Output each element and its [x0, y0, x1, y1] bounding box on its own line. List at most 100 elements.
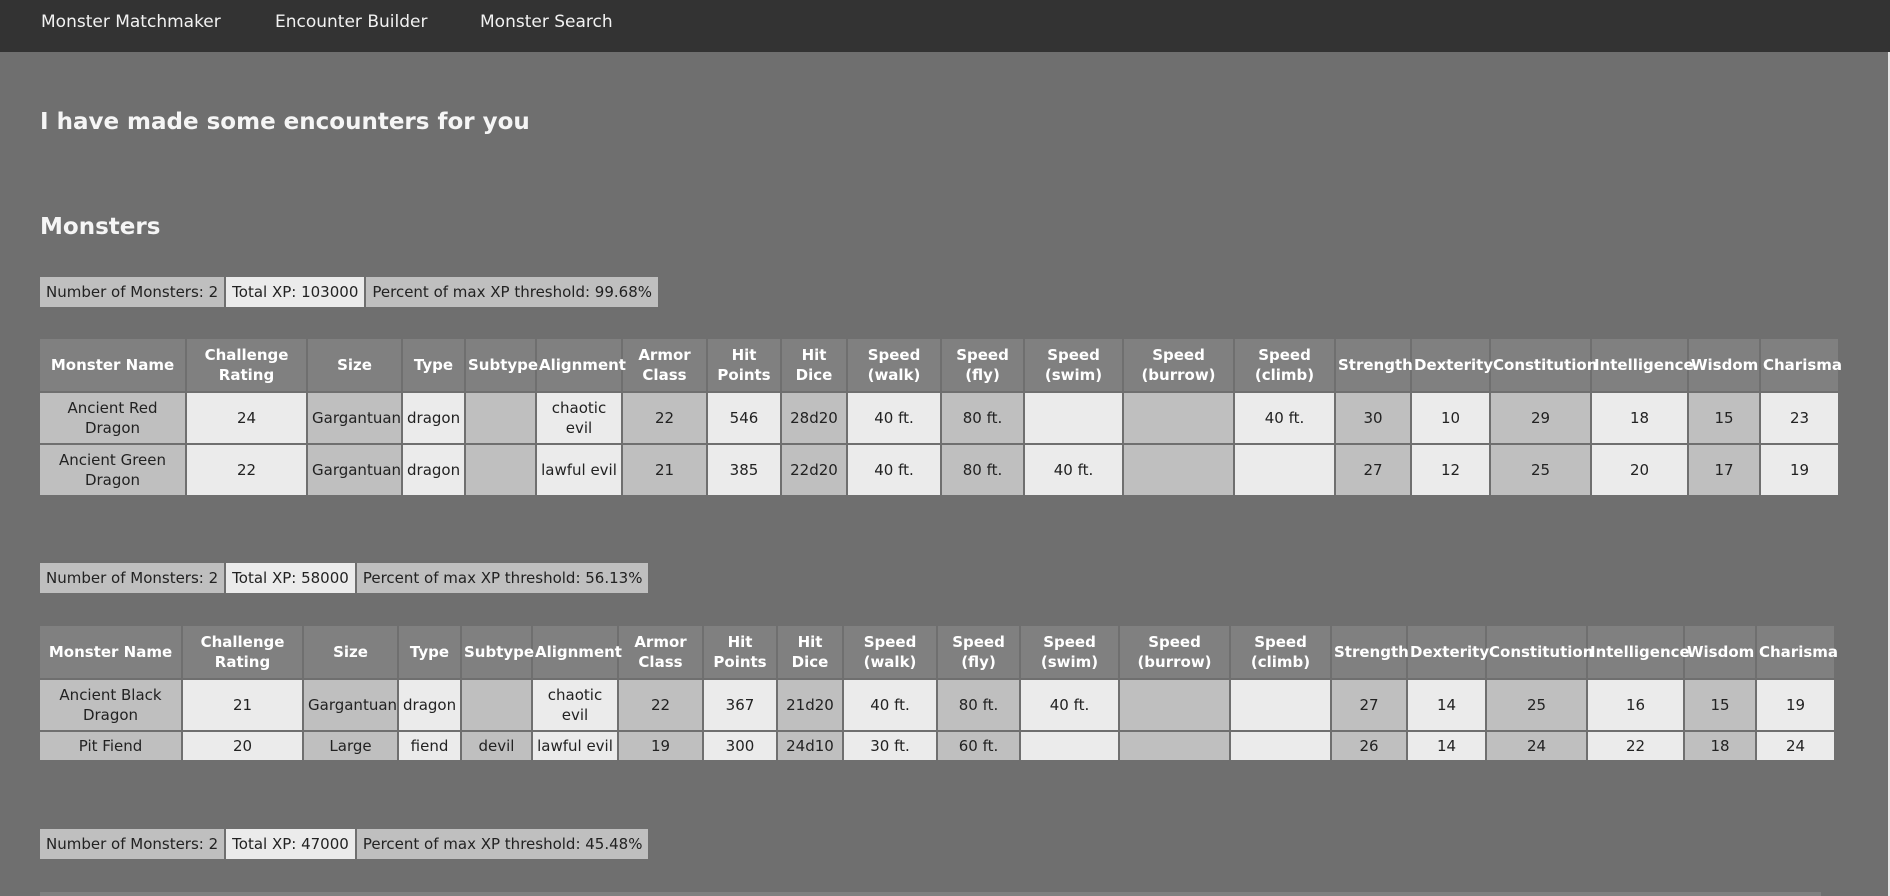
cell-subtype: [462, 680, 531, 730]
column-header[interactable]: Speed (climb): [1231, 626, 1330, 678]
cell-hit-dice: 22d20: [782, 445, 846, 495]
column-header[interactable]: Monster Name: [40, 339, 185, 391]
column-header[interactable]: Type: [399, 626, 460, 678]
cell-dexterity: 14: [1408, 732, 1485, 760]
table-row: Pit Fiend 20 Large fiend devil lawful ev…: [40, 732, 1834, 760]
cell-dexterity: 12: [1412, 445, 1489, 495]
page-heading: I have made some encounters for you: [40, 109, 530, 135]
column-header[interactable]: Speed (fly): [942, 339, 1023, 391]
column-header[interactable]: Dexterity: [1408, 626, 1489, 678]
encounter-summary: Number of Monsters: 2 Total XP: 103000 P…: [40, 277, 659, 307]
cell-armor-class: 22: [623, 393, 706, 443]
cell-speed-walk: 40 ft.: [848, 445, 940, 495]
cell-armor-class: 19: [619, 732, 702, 760]
cell-hit-points: 385: [708, 445, 780, 495]
column-header[interactable]: Hit Points: [704, 626, 776, 678]
monster-count: Number of Monsters: 2: [40, 277, 225, 307]
cell-constitution: 24: [1487, 732, 1586, 760]
cell-hit-points: 546: [708, 393, 780, 443]
cell-monster-name: Pit Fiend: [40, 732, 181, 760]
cell-charisma: 19: [1761, 445, 1838, 495]
cell-intelligence: 16: [1588, 680, 1683, 730]
cell-subtype: devil: [462, 732, 531, 760]
column-header[interactable]: Size: [308, 339, 401, 391]
encounter-table-header-partial: [40, 892, 1821, 896]
monster-count: Number of Monsters: 2: [40, 563, 225, 593]
total-xp: Total XP: 58000: [226, 563, 355, 593]
cell-challenge-rating: 24: [187, 393, 306, 443]
column-header[interactable]: Speed (climb): [1235, 339, 1334, 391]
table-header-row: Monster Name Challenge Rating Size Type …: [40, 626, 1838, 678]
nav-encounter-builder[interactable]: Encounter Builder: [275, 11, 427, 33]
cell-subtype: [466, 393, 535, 443]
column-header[interactable]: Hit Dice: [778, 626, 842, 678]
cell-speed-swim: 40 ft.: [1021, 680, 1118, 730]
cell-intelligence: 18: [1592, 393, 1687, 443]
top-nav-bar: Monster Matchmaker Encounter Builder Mon…: [0, 0, 1890, 52]
cell-constitution: 25: [1491, 445, 1590, 495]
column-header[interactable]: Armor Class: [623, 339, 706, 391]
column-header[interactable]: Speed (burrow): [1120, 626, 1229, 678]
nav-monster-matchmaker[interactable]: Monster Matchmaker: [41, 11, 221, 33]
column-header[interactable]: Size: [304, 626, 397, 678]
cell-wisdom: 18: [1685, 732, 1755, 760]
cell-alignment: chaotic evil: [533, 680, 617, 730]
cell-monster-name: Ancient Red Dragon: [40, 393, 185, 443]
column-header[interactable]: Type: [403, 339, 464, 391]
column-header[interactable]: Speed (fly): [938, 626, 1019, 678]
cell-intelligence: 20: [1592, 445, 1687, 495]
cell-size: Gargantuan: [308, 393, 401, 443]
column-header[interactable]: Speed (swim): [1021, 626, 1118, 678]
column-header[interactable]: Constitution: [1491, 339, 1597, 391]
cell-speed-climb: [1231, 680, 1330, 730]
cell-speed-swim: [1025, 393, 1122, 443]
column-header[interactable]: Wisdom: [1689, 339, 1759, 391]
cell-speed-burrow: [1124, 445, 1233, 495]
column-header[interactable]: Strength: [1332, 626, 1409, 678]
column-header[interactable]: Monster Name: [40, 626, 181, 678]
cell-speed-walk: 40 ft.: [848, 393, 940, 443]
cell-dexterity: 10: [1412, 393, 1489, 443]
cell-speed-walk: 40 ft.: [844, 680, 936, 730]
column-header[interactable]: Constitution: [1487, 626, 1593, 678]
cell-speed-fly: 80 ft.: [938, 680, 1019, 730]
column-header[interactable]: Hit Points: [708, 339, 780, 391]
column-header[interactable]: Intelligence: [1588, 626, 1690, 678]
column-header[interactable]: Speed (swim): [1025, 339, 1122, 391]
column-header[interactable]: Wisdom: [1685, 626, 1755, 678]
column-header[interactable]: Alignment: [537, 339, 626, 391]
column-header[interactable]: Intelligence: [1592, 339, 1694, 391]
total-xp: Total XP: 103000: [226, 277, 365, 307]
cell-size: Gargantuan: [304, 680, 397, 730]
column-header[interactable]: Charisma: [1757, 626, 1838, 678]
table-header-row: Monster Name Challenge Rating Size Type …: [40, 339, 1842, 391]
nav-monster-search[interactable]: Monster Search: [480, 11, 613, 33]
column-header[interactable]: Speed (walk): [844, 626, 936, 678]
cell-size: Gargantuan: [308, 445, 401, 495]
column-header[interactable]: Subtype: [466, 339, 538, 391]
column-header[interactable]: Speed (burrow): [1124, 339, 1233, 391]
cell-strength: 26: [1332, 732, 1406, 760]
column-header[interactable]: Speed (walk): [848, 339, 940, 391]
cell-hit-dice: 21d20: [778, 680, 842, 730]
column-header[interactable]: Strength: [1336, 339, 1413, 391]
column-header[interactable]: Armor Class: [619, 626, 702, 678]
column-header[interactable]: Challenge Rating: [183, 626, 302, 678]
total-xp: Total XP: 47000: [226, 829, 355, 859]
cell-type: fiend: [399, 732, 460, 760]
cell-speed-climb: [1231, 732, 1330, 760]
cell-speed-burrow: [1120, 680, 1229, 730]
column-header[interactable]: Alignment: [533, 626, 622, 678]
column-header[interactable]: Dexterity: [1412, 339, 1493, 391]
encounter-summary: Number of Monsters: 2 Total XP: 47000 Pe…: [40, 829, 649, 859]
cell-challenge-rating: 22: [187, 445, 306, 495]
column-header[interactable]: Charisma: [1761, 339, 1842, 391]
xp-threshold-percent: Percent of max XP threshold: 56.13%: [356, 563, 649, 593]
column-header[interactable]: Challenge Rating: [187, 339, 306, 391]
cell-charisma: 23: [1761, 393, 1838, 443]
cell-strength: 30: [1336, 393, 1410, 443]
table-row: Ancient Green Dragon 22 Gargantuan drago…: [40, 445, 1838, 495]
cell-strength: 27: [1336, 445, 1410, 495]
column-header[interactable]: Subtype: [462, 626, 534, 678]
column-header[interactable]: Hit Dice: [782, 339, 846, 391]
